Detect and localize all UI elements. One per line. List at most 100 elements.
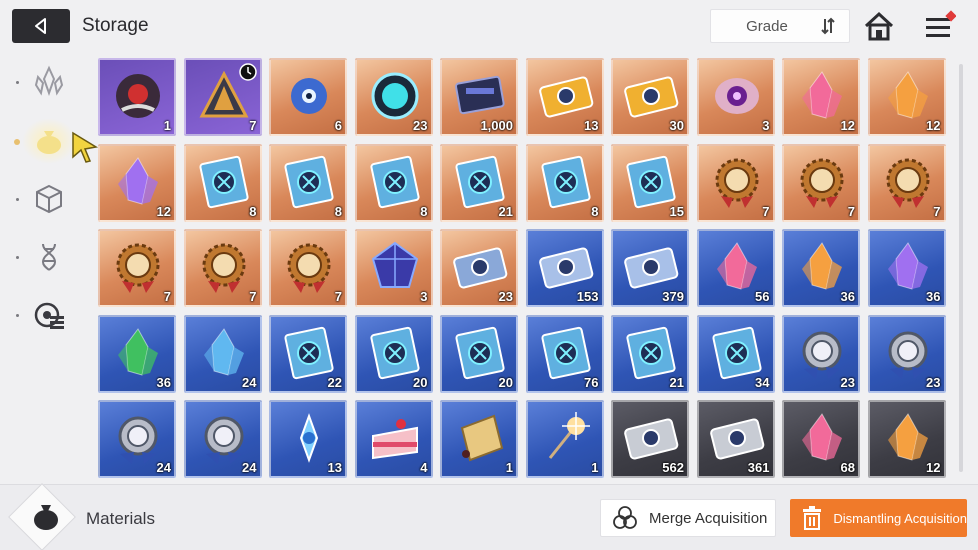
item-grid-container[interactable]: 1 7 6 23 1,000 13 30 3 12 12 12 8 8 8 21 8 15 7 7 7 7 7 7 3 23 15… bbox=[98, 58, 958, 482]
sidebar-dot bbox=[16, 314, 19, 317]
item-slot[interactable]: 8 bbox=[525, 143, 604, 222]
item-slot[interactable]: 21 bbox=[611, 314, 689, 393]
sidebar-dot bbox=[16, 256, 19, 259]
skill-book-shield-icon bbox=[369, 326, 420, 379]
item-slot[interactable]: 36 bbox=[98, 314, 176, 393]
blue-eye-creature-icon bbox=[291, 78, 327, 114]
item-slot[interactable]: 24 bbox=[98, 400, 176, 478]
item-count: 8 bbox=[591, 203, 599, 219]
item-slot[interactable]: 8 bbox=[183, 143, 262, 222]
menu-button[interactable] bbox=[922, 10, 957, 44]
item-count: 22 bbox=[327, 374, 342, 390]
item-slot[interactable]: 30 bbox=[611, 58, 689, 136]
item-count: 12 bbox=[926, 118, 941, 133]
item-slot[interactable]: 8 bbox=[269, 143, 347, 222]
sidebar-item-cube[interactable] bbox=[29, 179, 69, 219]
item-slot[interactable]: 22 bbox=[269, 314, 347, 393]
item-slot[interactable]: 1 bbox=[98, 58, 176, 136]
item-count: 56 bbox=[755, 289, 770, 304]
sidebar-item-materials[interactable] bbox=[29, 120, 69, 160]
item-slot[interactable]: 7 bbox=[867, 143, 946, 222]
skill-book-x-icon bbox=[198, 155, 249, 208]
item-slot[interactable]: 379 bbox=[611, 229, 689, 307]
item-slot[interactable]: 34 bbox=[696, 314, 775, 393]
sidebar-dot bbox=[16, 198, 19, 201]
item-count: 1 bbox=[591, 460, 599, 475]
item-slot[interactable]: 7 bbox=[782, 143, 860, 222]
item-slot[interactable]: 15 bbox=[611, 143, 689, 222]
skill-book-knot-icon bbox=[626, 155, 676, 208]
item-slot[interactable]: 7 bbox=[98, 229, 176, 307]
item-slot[interactable]: 13 bbox=[269, 400, 347, 478]
item-count: 153 bbox=[576, 289, 599, 304]
gold-ticket-icon bbox=[538, 76, 593, 118]
item-slot[interactable]: 361 bbox=[696, 400, 775, 478]
pink-crystal-icon bbox=[802, 413, 842, 461]
item-slot[interactable]: 12 bbox=[867, 58, 946, 136]
merge-acquisition-button[interactable]: Merge Acquisition bbox=[600, 499, 776, 537]
item-slot[interactable]: 3 bbox=[696, 58, 775, 136]
grid-scrollbar[interactable] bbox=[959, 64, 963, 472]
sidebar-item-dna[interactable] bbox=[29, 237, 69, 277]
item-slot[interactable]: 23 bbox=[440, 229, 518, 307]
item-slot[interactable]: 36 bbox=[782, 229, 860, 307]
item-count: 20 bbox=[413, 374, 428, 390]
item-count: 8 bbox=[334, 203, 342, 219]
item-slot[interactable]: 562 bbox=[611, 400, 689, 478]
item-count: 13 bbox=[327, 460, 342, 475]
item-slot[interactable]: 23 bbox=[867, 314, 946, 393]
item-slot[interactable]: 68 bbox=[782, 400, 860, 478]
item-slot[interactable]: 7 bbox=[183, 58, 262, 136]
item-slot[interactable]: 20 bbox=[440, 314, 518, 393]
item-count: 36 bbox=[926, 289, 941, 304]
item-slot[interactable]: 23 bbox=[354, 58, 433, 136]
cyan-orb-device-icon bbox=[371, 72, 418, 120]
merge-icon bbox=[601, 499, 649, 537]
home-button[interactable] bbox=[862, 10, 896, 44]
item-slot[interactable]: 7 bbox=[696, 143, 775, 222]
item-slot[interactable]: 12 bbox=[98, 143, 176, 222]
item-slot[interactable]: 3 bbox=[354, 229, 433, 307]
item-slot[interactable]: 4 bbox=[354, 400, 433, 478]
item-slot[interactable]: 23 bbox=[782, 314, 860, 393]
blue-crystal-icon bbox=[203, 327, 244, 376]
item-slot[interactable]: 36 bbox=[867, 229, 946, 307]
item-slot[interactable]: 24 bbox=[183, 400, 262, 478]
silver-compass-ticket-icon bbox=[624, 247, 679, 289]
back-button[interactable] bbox=[12, 9, 70, 43]
item-slot[interactable]: 7 bbox=[183, 229, 262, 307]
item-count: 1 bbox=[505, 460, 513, 475]
item-slot[interactable]: 13 bbox=[525, 58, 604, 136]
item-count: 68 bbox=[840, 460, 855, 475]
sort-order-icon[interactable] bbox=[809, 9, 849, 43]
item-slot[interactable]: 76 bbox=[525, 314, 604, 393]
item-count: 1,000 bbox=[480, 118, 513, 133]
item-slot[interactable]: 24 bbox=[183, 314, 262, 393]
item-slot[interactable]: 56 bbox=[696, 229, 775, 307]
item-slot[interactable]: 1 bbox=[525, 400, 604, 478]
item-slot[interactable]: 20 bbox=[354, 314, 433, 393]
item-count: 23 bbox=[926, 374, 941, 390]
item-count: 23 bbox=[498, 289, 513, 304]
item-slot[interactable]: 21 bbox=[440, 143, 518, 222]
item-slot[interactable]: 1,000 bbox=[440, 58, 518, 136]
item-slot[interactable]: 8 bbox=[354, 143, 433, 222]
gray-ticket-icon bbox=[624, 418, 679, 460]
item-slot[interactable]: 12 bbox=[867, 400, 946, 478]
target-list-category-icon bbox=[34, 302, 64, 329]
item-count: 13 bbox=[584, 118, 599, 133]
item-slot[interactable]: 7 bbox=[269, 229, 347, 307]
item-slot[interactable]: 1 bbox=[440, 400, 518, 478]
orange-crystal-icon bbox=[887, 413, 928, 461]
item-slot[interactable]: 153 bbox=[525, 229, 604, 307]
item-count: 24 bbox=[242, 460, 257, 475]
grade-sort-dropdown[interactable]: Grade bbox=[710, 9, 850, 43]
item-count: 12 bbox=[926, 460, 941, 475]
orange-crystal-icon bbox=[802, 242, 842, 290]
item-slot[interactable]: 12 bbox=[782, 58, 860, 136]
item-count: 8 bbox=[420, 203, 428, 219]
dismantling-acquisition-button[interactable]: Dismantling Acquisition bbox=[790, 499, 967, 537]
sidebar-item-crystal[interactable] bbox=[29, 62, 69, 102]
sidebar-item-target[interactable] bbox=[29, 295, 69, 335]
item-slot[interactable]: 6 bbox=[269, 58, 347, 136]
